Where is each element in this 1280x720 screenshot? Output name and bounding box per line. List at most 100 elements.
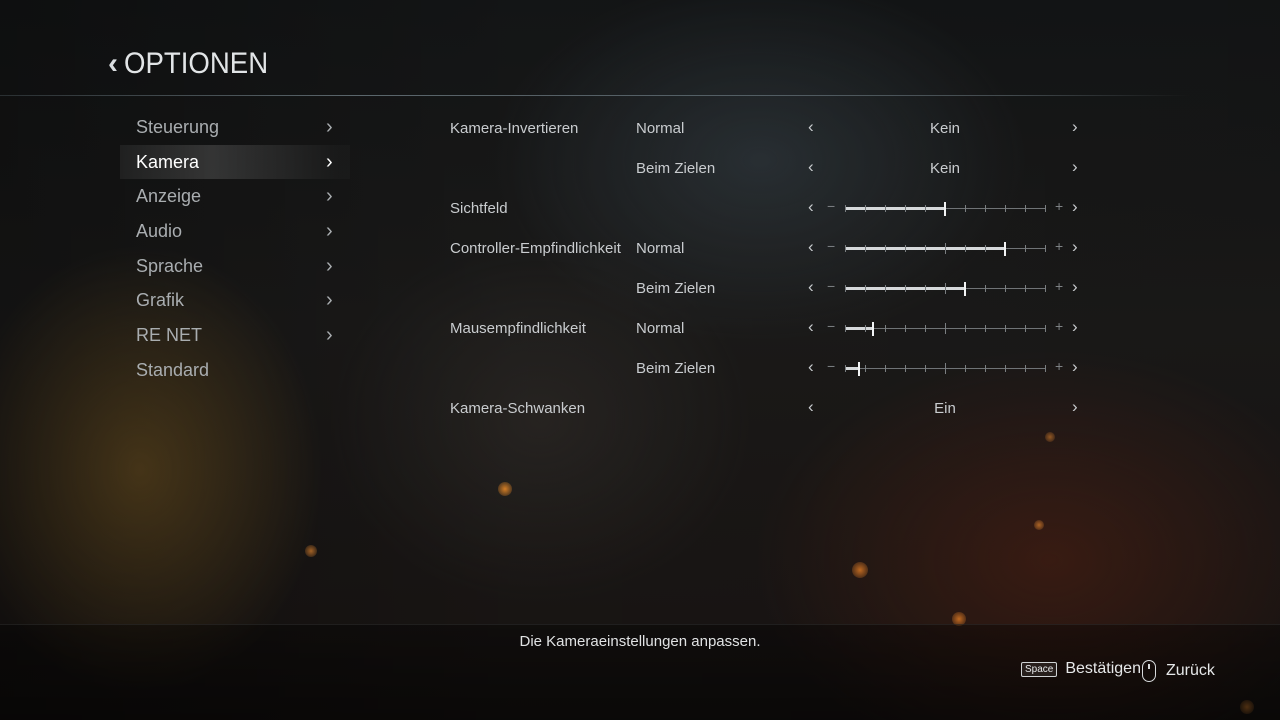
slider-tick	[865, 325, 866, 332]
slider-tick	[885, 325, 886, 332]
setting-label: Sichtfeld	[450, 200, 508, 217]
slider-tick	[905, 205, 906, 212]
chevron-left-icon[interactable]: ‹	[108, 49, 118, 79]
header-divider	[0, 95, 1190, 96]
slider-track[interactable]	[845, 282, 1046, 296]
plus-icon: +	[1055, 278, 1064, 294]
setting-sublabel: Beim Zielen	[636, 360, 716, 377]
page-header: ‹ OPTIONEN	[108, 44, 281, 84]
increase-arrow-icon[interactable]: ›	[1072, 357, 1078, 377]
setting-row[interactable]: Beim Zielen ‹ › − +	[0, 274, 1280, 304]
decrease-arrow-icon[interactable]: ‹	[808, 277, 814, 297]
ember-particle	[1045, 432, 1055, 442]
slider-tick	[1045, 285, 1046, 292]
ember-particle	[852, 562, 868, 578]
setting-sublabel: Normal	[636, 120, 685, 137]
slider-tick	[1005, 325, 1006, 332]
slider-tick	[985, 285, 986, 292]
slider-tick	[1025, 205, 1026, 212]
slider-tick	[945, 363, 946, 374]
increase-arrow-icon[interactable]: ›	[1072, 317, 1078, 337]
increase-arrow-icon[interactable]: ›	[1072, 277, 1078, 297]
slider-fill	[845, 367, 859, 370]
ember-particle	[1034, 520, 1044, 530]
decrease-arrow-icon[interactable]: ‹	[808, 197, 814, 217]
space-key-icon: Space	[1021, 661, 1058, 677]
setting-sublabel: Beim Zielen	[636, 280, 716, 297]
decrease-arrow-icon[interactable]: ‹	[808, 397, 814, 417]
slider-tick	[905, 285, 906, 292]
increase-arrow-icon[interactable]: ›	[1072, 197, 1078, 217]
slider-tick	[925, 365, 926, 372]
slider-tick	[965, 365, 966, 372]
slider-track[interactable]	[845, 322, 1046, 336]
slider-tick	[1045, 205, 1046, 212]
slider-tick	[985, 325, 986, 332]
slider-tick	[865, 205, 866, 212]
setting-label: Controller-Empfindlichkeit	[450, 240, 621, 257]
setting-value: Ein	[934, 400, 956, 417]
slider-tick	[925, 285, 926, 292]
back-hint[interactable]: Zurück	[1142, 660, 1215, 682]
setting-description: Die Kameraeinstellungen anpassen.	[519, 633, 761, 650]
slider-tick	[1045, 365, 1046, 372]
slider-tick	[1045, 245, 1046, 252]
setting-sublabel: Normal	[636, 320, 685, 337]
decrease-arrow-icon[interactable]: ‹	[808, 357, 814, 377]
slider-tick	[885, 365, 886, 372]
plus-icon: +	[1055, 318, 1064, 334]
slider-track[interactable]	[845, 242, 1046, 256]
slider-tick	[925, 325, 926, 332]
decrease-arrow-icon[interactable]: ‹	[808, 317, 814, 337]
slider-tick	[945, 243, 946, 254]
setting-row[interactable]: Mausempfindlichkeit Normal ‹ › − +	[0, 314, 1280, 344]
slider-handle[interactable]	[964, 282, 966, 296]
slider-handle[interactable]	[944, 202, 946, 216]
slider-tick	[845, 245, 846, 252]
slider-tick	[905, 245, 906, 252]
setting-row[interactable]: Controller-Empfindlichkeit Normal ‹ › − +	[0, 234, 1280, 264]
slider-tick	[1005, 205, 1006, 212]
increase-arrow-icon[interactable]: ›	[1072, 237, 1078, 257]
setting-label: Mausempfindlichkeit	[450, 320, 586, 337]
confirm-hint[interactable]: Space Bestätigen	[1021, 660, 1141, 678]
decrease-arrow-icon[interactable]: ‹	[808, 157, 814, 177]
setting-row[interactable]: Kamera-Invertieren Normal ‹ › Kein	[0, 114, 1280, 144]
setting-row[interactable]: Beim Zielen ‹ › − +	[0, 354, 1280, 384]
slider-tick	[905, 325, 906, 332]
setting-row[interactable]: Beim Zielen ‹ › Kein	[0, 154, 1280, 184]
increase-arrow-icon[interactable]: ›	[1072, 117, 1078, 137]
slider-handle[interactable]	[858, 362, 860, 376]
slider-tick	[1005, 285, 1006, 292]
slider-tick	[845, 365, 846, 372]
slider-tick	[985, 245, 986, 252]
slider-handle[interactable]	[872, 322, 874, 336]
decrease-arrow-icon[interactable]: ‹	[808, 237, 814, 257]
ember-particle	[305, 545, 317, 557]
slider-track[interactable]	[845, 362, 1046, 376]
increase-arrow-icon[interactable]: ›	[1072, 397, 1078, 417]
slider-tick	[885, 245, 886, 252]
slider-tick	[885, 285, 886, 292]
slider-handle[interactable]	[1004, 242, 1006, 256]
slider-tick	[925, 245, 926, 252]
increase-arrow-icon[interactable]: ›	[1072, 157, 1078, 177]
setting-row[interactable]: Kamera-Schwanken ‹ › Ein	[0, 394, 1280, 424]
slider-tick	[945, 283, 946, 294]
slider-tick	[865, 285, 866, 292]
setting-value: Kein	[929, 120, 961, 137]
mouse-right-button-icon	[1142, 660, 1156, 682]
slider-tick	[1025, 285, 1026, 292]
minus-icon: −	[827, 318, 836, 334]
slider-tick	[925, 205, 926, 212]
slider-track[interactable]	[845, 202, 1046, 216]
slider-tick	[845, 325, 846, 332]
slider-tick	[965, 205, 966, 212]
slider-tick	[865, 365, 866, 372]
decrease-arrow-icon[interactable]: ‹	[808, 117, 814, 137]
slider-tick	[945, 323, 946, 334]
plus-icon: +	[1055, 238, 1064, 254]
ember-particle	[498, 482, 512, 496]
slider-tick	[985, 365, 986, 372]
setting-row[interactable]: Sichtfeld ‹ › − +	[0, 194, 1280, 224]
